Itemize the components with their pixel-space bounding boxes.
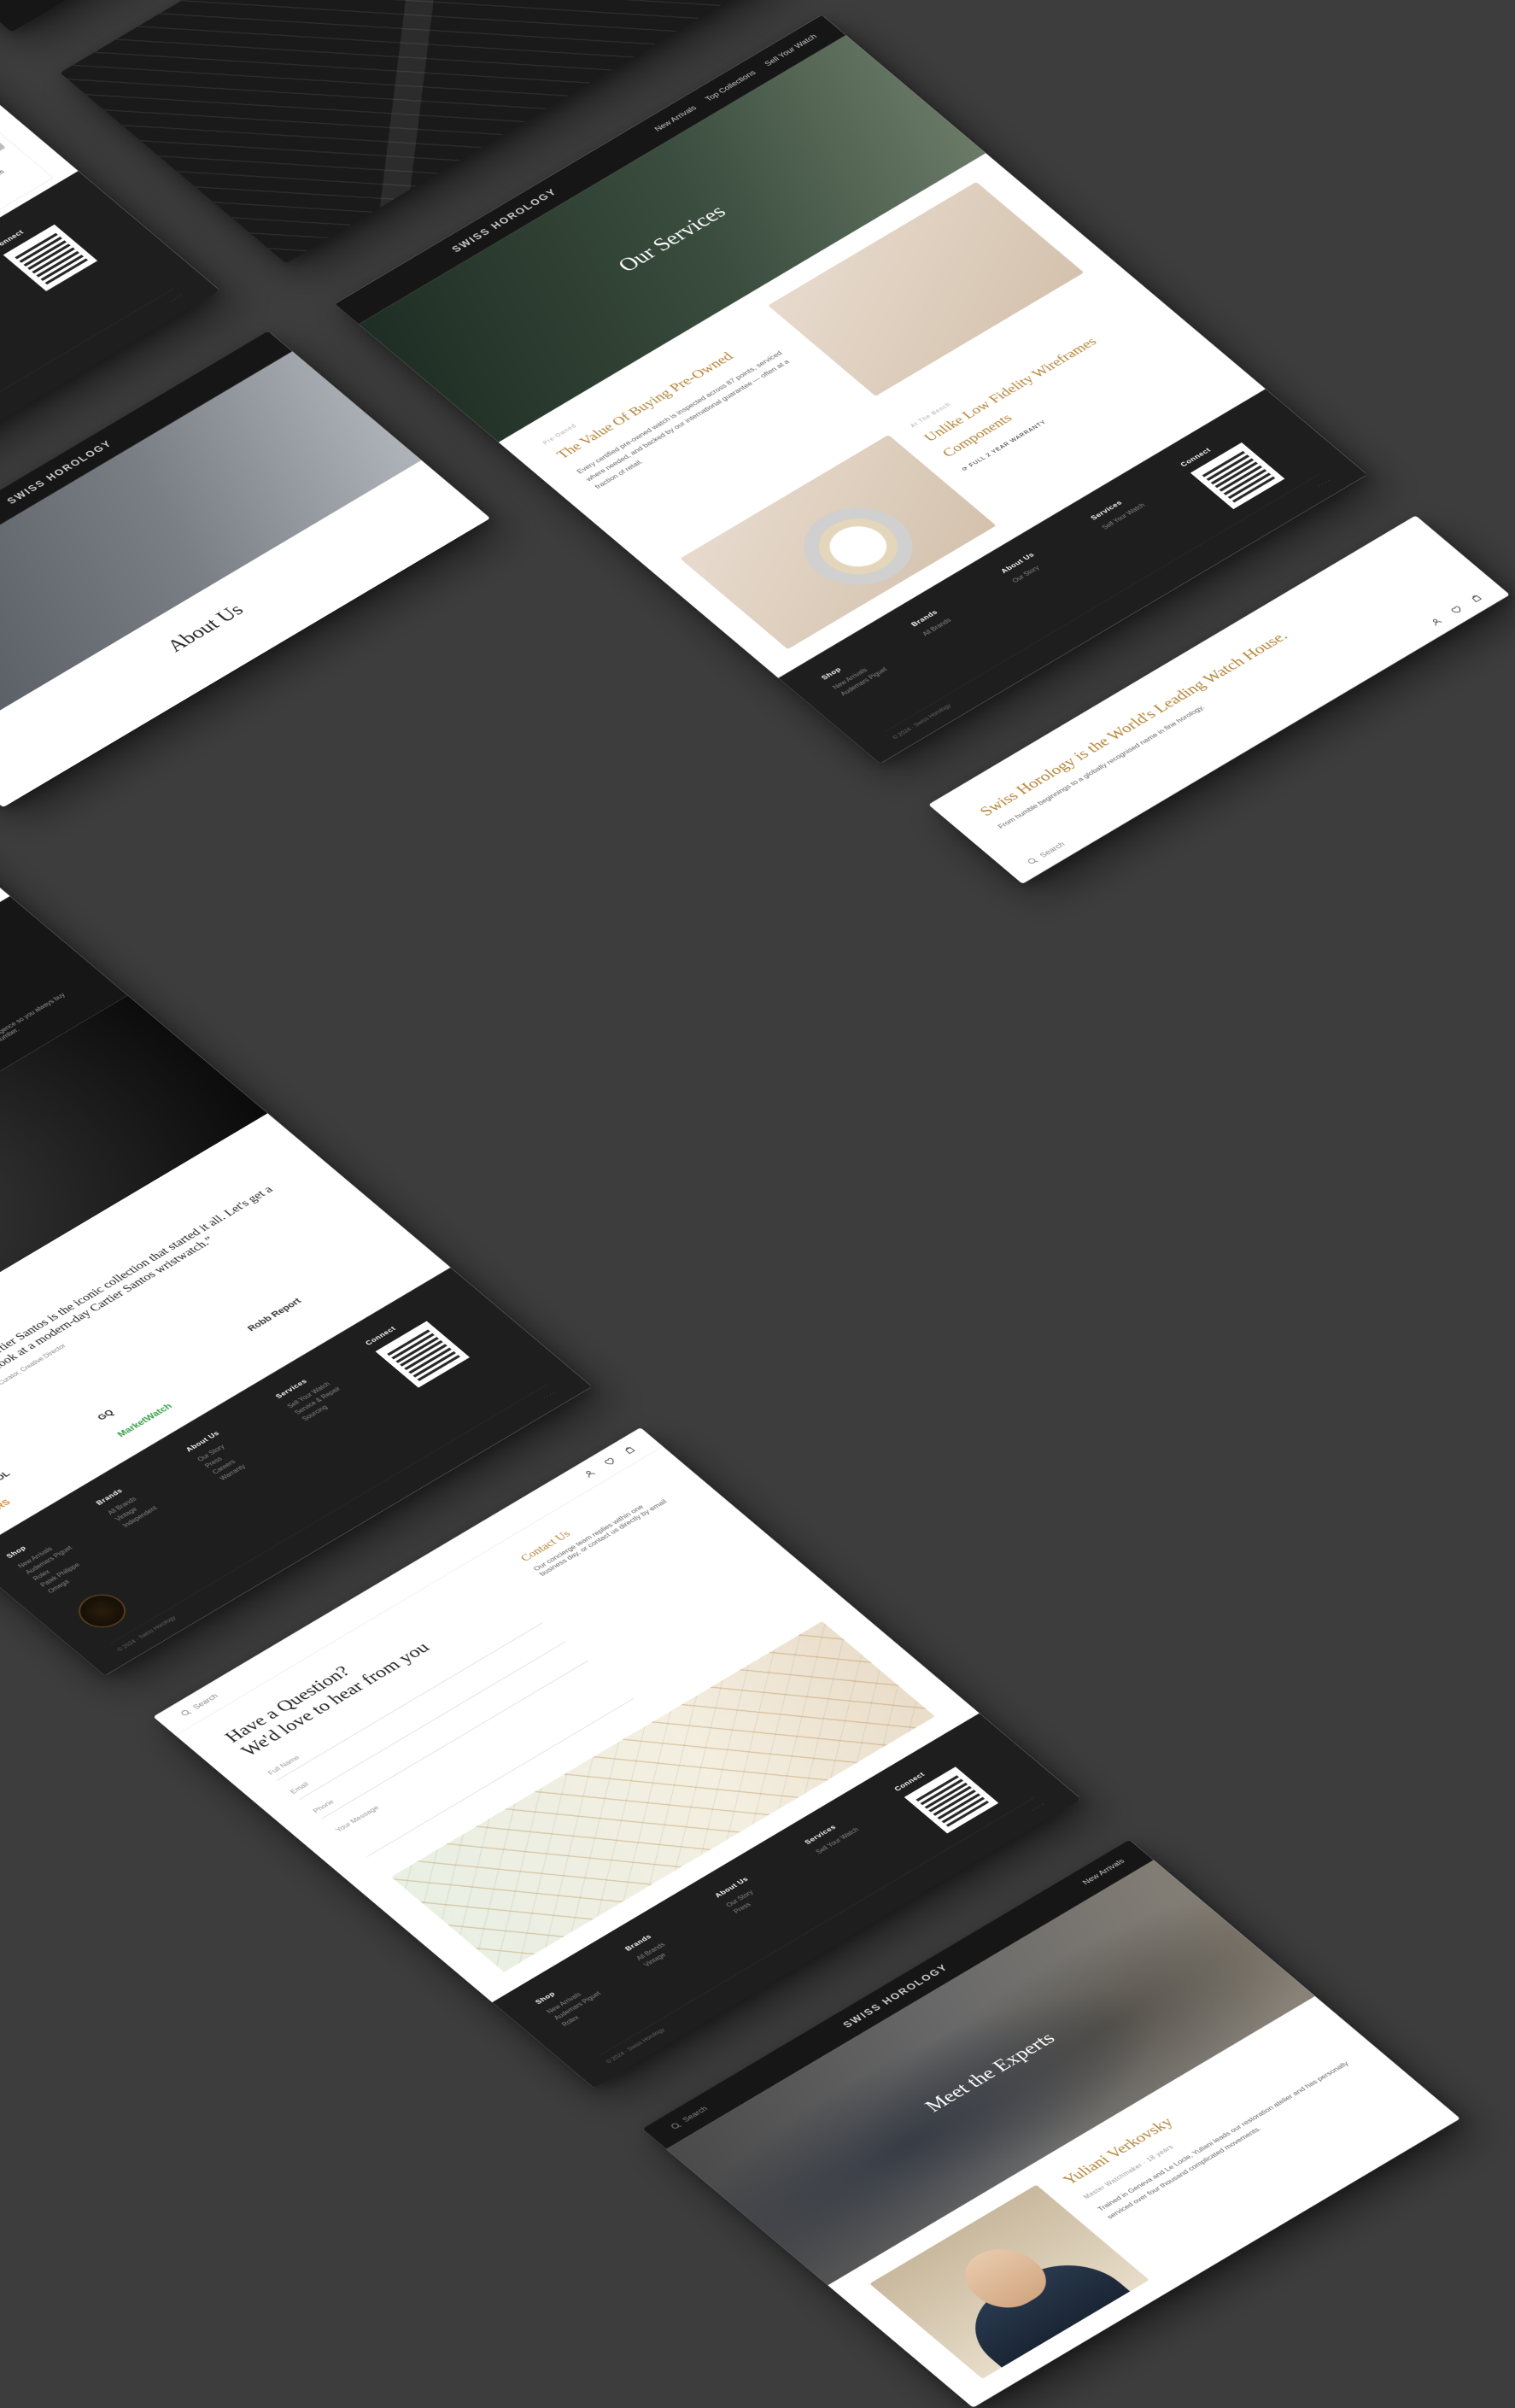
search-icon xyxy=(669,2120,684,2131)
footer-link[interactable]: Service & Repair xyxy=(293,1367,372,1415)
user-icon[interactable] xyxy=(582,1468,597,1479)
isometric-stage: Shop New Arrivals Audemars Piguet Rolex … xyxy=(0,0,1515,2408)
page-about: Search SWISS HOROLOGY About Us xyxy=(0,331,490,808)
footer-link[interactable]: Audemars Piguet xyxy=(553,1972,632,2021)
input-message[interactable]: Your Message xyxy=(330,1667,633,1857)
brand-logo[interactable]: SWISS HOROLOGY xyxy=(840,1962,951,2030)
search-icon xyxy=(1026,856,1041,867)
footer-link[interactable]: Vintage xyxy=(642,1919,722,1968)
search-icon xyxy=(178,1708,194,1719)
bag-icon[interactable] xyxy=(622,1444,637,1456)
bag-icon[interactable] xyxy=(1468,593,1483,604)
user-icon[interactable] xyxy=(1429,617,1444,628)
footer-link[interactable]: Vintage xyxy=(114,1474,193,1522)
nav-item[interactable]: New Arrivals xyxy=(1081,1858,1126,1887)
footer-link[interactable]: Service & Repair xyxy=(0,271,1,319)
footer-link[interactable]: Audemars Piguet xyxy=(839,648,918,697)
brand-seal-icon xyxy=(69,1588,135,1635)
search[interactable]: Search xyxy=(669,2105,711,2131)
heart-icon[interactable] xyxy=(1448,605,1464,616)
heart-icon[interactable] xyxy=(602,1456,617,1468)
footer-link[interactable]: Press xyxy=(732,1866,811,1914)
